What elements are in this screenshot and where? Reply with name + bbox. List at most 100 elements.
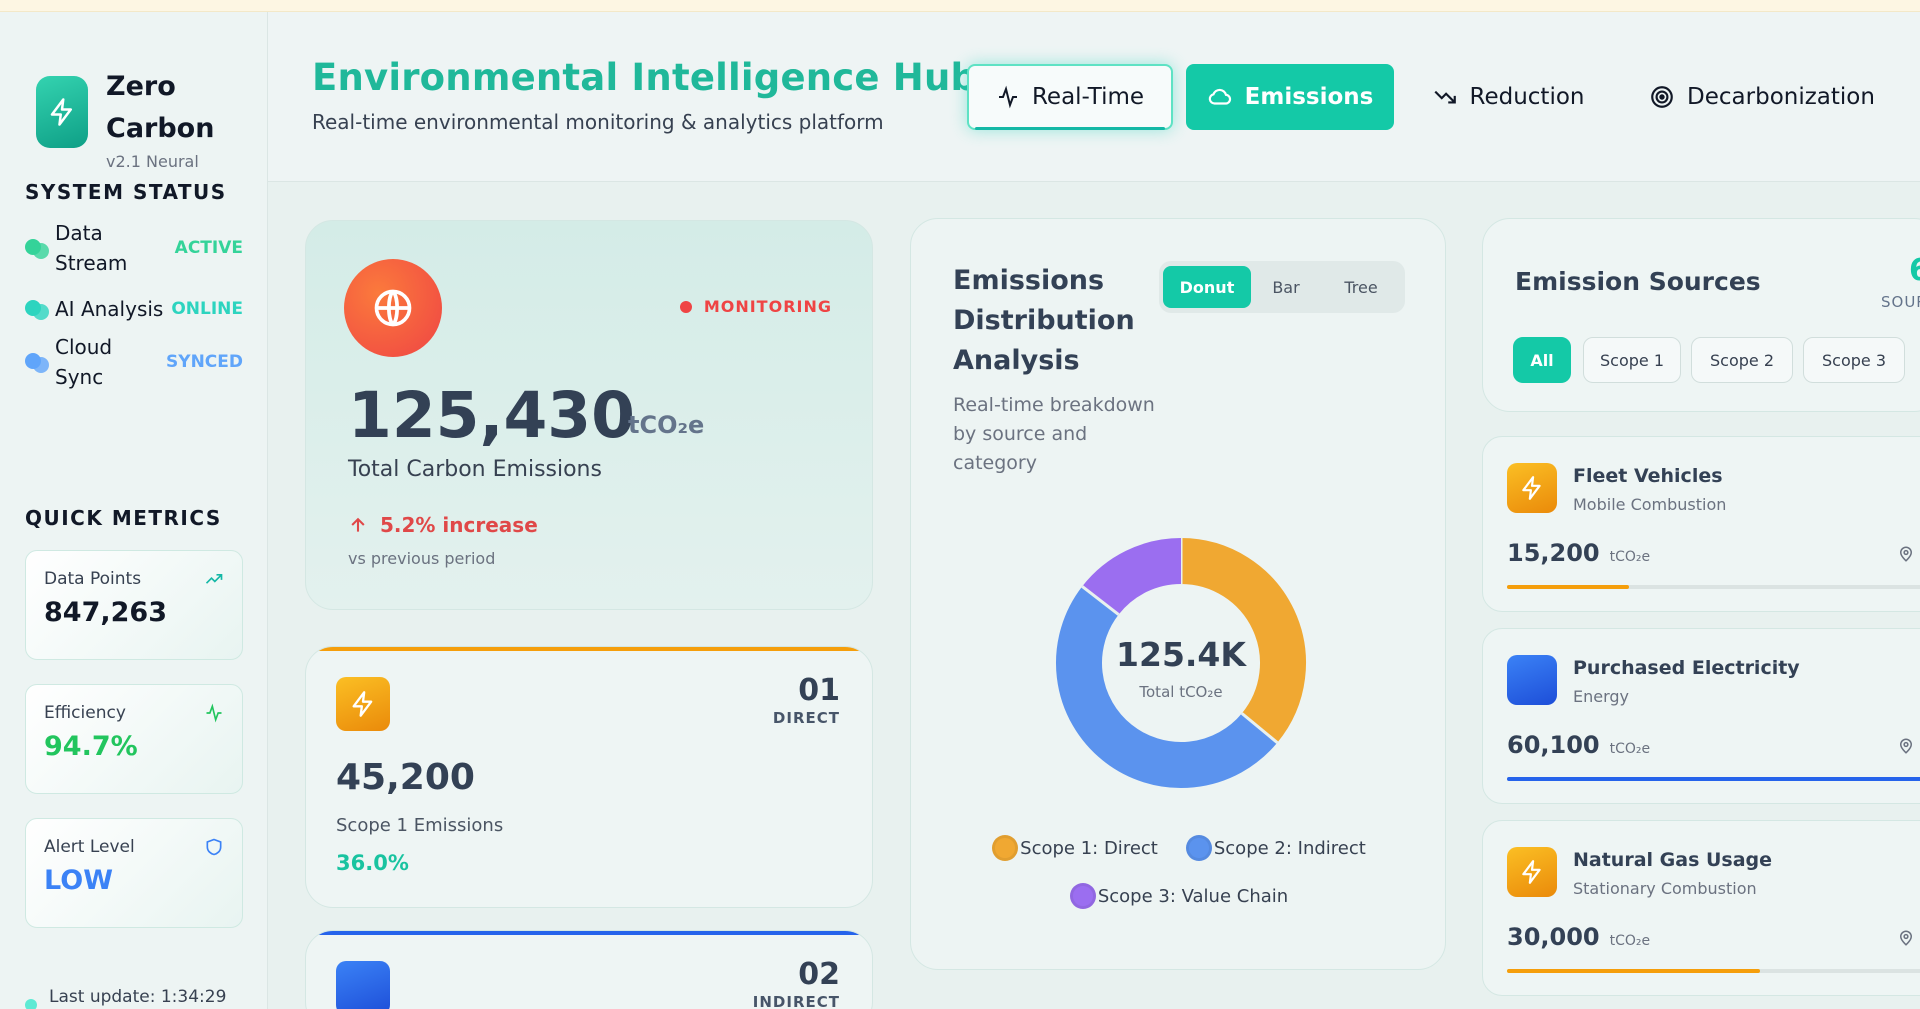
status-row-data-stream: Data Stream ACTIVE (25, 218, 243, 278)
scope1-card[interactable]: 01 DIRECT 45,200 Scope 1 Emissions 36.0% (305, 646, 873, 908)
chart-type-toggle: Donut Bar Tree (1159, 261, 1405, 313)
nav-label: Emissions (1244, 84, 1374, 110)
filter-scope2[interactable]: Scope 2 (1691, 337, 1793, 383)
status-label: AI Analysis (55, 297, 164, 321)
source-progress-fill (1507, 777, 1920, 781)
status-dot (25, 298, 51, 320)
toggle-bar[interactable]: Bar (1251, 266, 1321, 308)
activity-icon (206, 703, 222, 723)
brand-logo[interactable]: Zero Carbon v2.1 Neural (36, 66, 214, 171)
metric-label: Data Points (44, 569, 142, 589)
source-category: Stationary Combustion (1573, 879, 1757, 898)
globe-icon (344, 259, 442, 357)
status-row-ai-analysis: AI Analysis ONLINE (25, 294, 243, 324)
lightning-icon (36, 76, 88, 148)
source-category: Energy (1573, 687, 1630, 706)
sources-count-label: SOURCES (1881, 293, 1920, 311)
status-value: ONLINE (171, 299, 243, 319)
chart-legend-row2: Scope 3: Value Chain (911, 883, 1447, 909)
source-unit: tCO₂e (1609, 741, 1651, 757)
source-name: Natural Gas Usage (1573, 849, 1773, 871)
lightning-icon (1507, 463, 1557, 513)
source-card-fleet-vehicles[interactable]: Fleet Vehicles Mobile Combustion 15,200 t… (1482, 436, 1920, 612)
source-value-row: 15,200 tCO₂e (1507, 539, 1650, 567)
nav-label: Decarbonization (1687, 84, 1875, 110)
source-progress-track (1507, 969, 1920, 973)
scope-value: 45,200 (336, 757, 475, 798)
total-label: Total Carbon Emissions (348, 457, 602, 482)
scope-accent-bar (318, 931, 860, 935)
metric-card-efficiency[interactable]: Efficiency 94.7% (25, 684, 243, 794)
source-progress-track (1507, 585, 1920, 589)
scope2-card[interactable]: 02 INDIRECT (305, 930, 873, 1009)
last-update: Last update: 1:34:29 PM (25, 987, 229, 1009)
status-label-2: Stream (55, 251, 128, 275)
nav-reduction-button[interactable]: Reduction (1418, 64, 1598, 130)
donut-slice-3[interactable] (1082, 538, 1182, 616)
legend-item-scope1[interactable]: Scope 1: Direct (992, 835, 1158, 861)
monitoring-label: MONITORING (703, 297, 832, 316)
electricity-icon (1507, 655, 1557, 705)
source-card-purchased-electricity[interactable]: Purchased Electricity Energy 60,100 tCO₂e (1482, 628, 1920, 804)
page-title: Environmental Intelligence Hub (312, 56, 978, 99)
source-value-row: 60,100 tCO₂e (1507, 731, 1650, 759)
brand-name-line1: Zero (106, 71, 176, 102)
metric-card-data-points[interactable]: Data Points 847,263 (25, 550, 243, 660)
legend-label: Scope 1: Direct (1020, 837, 1158, 859)
total-emissions-card[interactable]: MONITORING 125,430 tCO₂e Total Carbon Em… (305, 220, 873, 610)
status-label: Data (55, 221, 103, 245)
legend-item-scope3[interactable]: Scope 3: Value Chain (1069, 883, 1288, 909)
status-label-2: Sync (55, 365, 104, 389)
map-pin-icon[interactable] (1897, 737, 1915, 755)
metric-value: LOW (44, 865, 113, 896)
cloud-icon (1208, 88, 1231, 105)
total-unit: tCO₂e (628, 411, 705, 439)
target-icon (1651, 86, 1673, 108)
filter-all[interactable]: All (1513, 337, 1571, 383)
distribution-subtitle-l2: by source and (953, 423, 1088, 445)
legend-swatch (992, 835, 1019, 861)
scope-name: Scope 1 Emissions (336, 815, 504, 836)
quick-metrics-title: QUICK METRICS (25, 506, 222, 530)
activity-icon (998, 85, 1017, 109)
legend-swatch (1069, 883, 1096, 909)
distribution-subtitle-l3: category (953, 452, 1037, 474)
legend-item-scope2[interactable]: Scope 2: Indirect (1185, 835, 1366, 861)
source-progress-track (1507, 777, 1920, 781)
map-pin-icon[interactable] (1897, 929, 1915, 947)
source-value: 30,000 (1507, 923, 1600, 951)
filter-scope3[interactable]: Scope 3 (1803, 337, 1905, 383)
emissions-distribution-card: Emissions Distribution Analysis Real-tim… (910, 218, 1446, 970)
trend-text: 5.2% increase (380, 513, 538, 537)
source-value-row: 30,000 tCO₂e (1507, 923, 1650, 951)
sources-title: Emission Sources (1515, 267, 1761, 296)
scope2-icon (336, 961, 390, 1009)
total-value: 125,430 (348, 379, 635, 452)
toggle-tree[interactable]: Tree (1321, 266, 1401, 308)
filter-scope1[interactable]: Scope 1 (1583, 337, 1681, 383)
page-subtitle: Real-time environmental monitoring & ana… (312, 110, 884, 134)
nav-decarbonization-button[interactable]: Decarbonization (1612, 64, 1912, 130)
map-pin-icon[interactable] (1897, 545, 1915, 563)
nav-realtime-button[interactable]: Real-Time (967, 64, 1173, 130)
source-category: Mobile Combustion (1573, 495, 1727, 514)
scope-number: 01 (798, 673, 840, 708)
scope-tag: INDIRECT (752, 993, 840, 1009)
metric-value: 847,263 (44, 597, 167, 628)
monitoring-badge: MONITORING (679, 297, 832, 316)
donut-center-label: Total tCO₂e (1139, 683, 1223, 701)
nav-label: Reduction (1469, 84, 1585, 110)
brand-name-line2: Carbon (106, 113, 215, 144)
shield-icon (206, 838, 222, 856)
metric-card-alert-level[interactable]: Alert Level LOW (25, 818, 243, 928)
nav-emissions-button[interactable]: Emissions (1186, 64, 1394, 130)
source-value: 15,200 (1507, 539, 1600, 567)
toggle-donut[interactable]: Donut (1163, 266, 1251, 308)
status-value: ACTIVE (174, 238, 243, 258)
source-progress-fill (1507, 969, 1760, 973)
metric-label: Efficiency (44, 703, 126, 723)
brand-version: v2.1 Neural (106, 152, 199, 171)
distribution-title-l1: Emissions (953, 265, 1105, 296)
source-unit: tCO₂e (1609, 933, 1651, 949)
source-card-natural-gas[interactable]: Natural Gas Usage Stationary Combustion … (1482, 820, 1920, 996)
